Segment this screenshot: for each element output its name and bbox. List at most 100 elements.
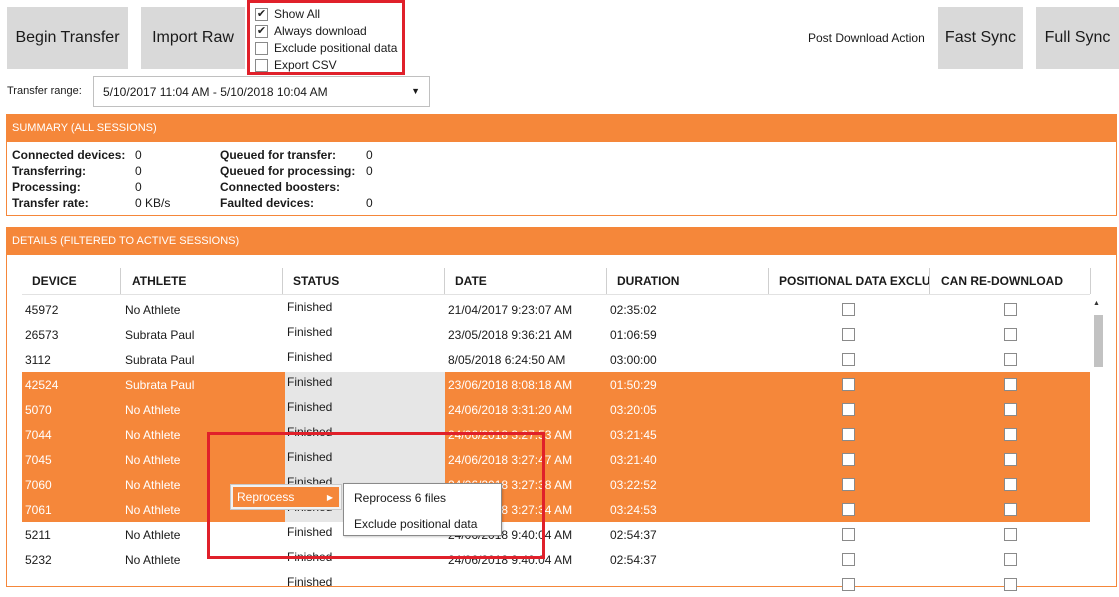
cell-duration: 03:21:40 bbox=[610, 452, 657, 467]
cell-duration: 03:21:45 bbox=[610, 427, 657, 442]
can-redownload-checkbox[interactable] bbox=[1004, 553, 1017, 566]
can-redownload-checkbox[interactable] bbox=[1004, 478, 1017, 491]
positional-data-excluded-checkbox[interactable] bbox=[842, 528, 855, 541]
scroll-up-arrow[interactable]: ▲ bbox=[1093, 300, 1100, 307]
full-sync-button[interactable]: Full Sync bbox=[1036, 7, 1119, 69]
cell-date: 24/06/2018 3:31:20 AM bbox=[448, 402, 573, 417]
can-redownload-checkbox[interactable] bbox=[1004, 503, 1017, 516]
table-row[interactable]: 3112 Subrata Paul 8/05/2018 6:24:50 AM 03:0… bbox=[22, 347, 1090, 372]
summary-value: 0 bbox=[135, 148, 142, 162]
cell-duration: 02:54:37 bbox=[610, 527, 657, 542]
transfer-range-dropdown[interactable]: 5/10/2017 11:04 AM - 5/10/2018 10:04 AM … bbox=[93, 76, 430, 107]
cell-device: 7045 bbox=[25, 452, 52, 467]
scrollbar-thumb[interactable] bbox=[1094, 315, 1103, 367]
fast-sync-button[interactable]: Fast Sync bbox=[938, 7, 1023, 69]
can-redownload-checkbox[interactable] bbox=[1004, 428, 1017, 441]
table-row[interactable]: 42524 Subrata Paul 23/06/2018 8:08:18 AM 01… bbox=[22, 372, 1090, 397]
cell-status: Finished bbox=[285, 397, 445, 422]
options-highlight-box bbox=[247, 0, 405, 75]
column-separator bbox=[768, 268, 769, 294]
positional-data-excluded-checkbox[interactable] bbox=[842, 428, 855, 441]
column-separator bbox=[1090, 268, 1091, 294]
positional-data-excluded-checkbox[interactable] bbox=[842, 303, 855, 316]
can-redownload-checkbox[interactable] bbox=[1004, 328, 1017, 341]
cell-athlete: No Athlete bbox=[125, 402, 181, 417]
summary-value: 0 bbox=[135, 180, 142, 194]
column-header[interactable]: CAN RE-DOWNLOAD bbox=[941, 268, 1063, 294]
cell-device: 45972 bbox=[25, 302, 59, 317]
context-menu-highlight-box bbox=[207, 432, 545, 559]
table-row[interactable]: 5211 No Athlete 24/06/2018 9:40:04 AM 02:54… bbox=[22, 522, 1090, 547]
can-redownload-checkbox[interactable] bbox=[1004, 353, 1017, 366]
can-redownload-checkbox[interactable] bbox=[1004, 303, 1017, 316]
can-redownload-checkbox[interactable] bbox=[1004, 528, 1017, 541]
table-row[interactable]: 7045 No Athlete 24/06/2018 3:27:47 AM 03:21… bbox=[22, 447, 1090, 472]
cell-device: 7060 bbox=[25, 477, 52, 492]
summary-value: 0 KB/s bbox=[135, 196, 171, 210]
table-row[interactable]: 5070 No Athlete 24/06/2018 3:31:20 AM 03:20… bbox=[22, 397, 1090, 422]
summary-value: 0 bbox=[366, 196, 373, 210]
begin-transfer-button[interactable]: Begin Transfer bbox=[7, 7, 128, 69]
can-redownload-checkbox[interactable] bbox=[1004, 453, 1017, 466]
column-header[interactable]: ATHLETE bbox=[132, 268, 186, 294]
cell-status: Finished bbox=[287, 325, 333, 339]
table-row[interactable]: 5232 No Athlete 24/06/2018 9:40:04 AM 02:54… bbox=[22, 547, 1090, 572]
summary-label: Queued for processing: bbox=[220, 164, 356, 178]
cell-duration: 01:06:59 bbox=[610, 327, 657, 342]
import-raw-button[interactable]: Import Raw bbox=[141, 7, 245, 69]
summary-value: 0 bbox=[366, 164, 373, 178]
column-header[interactable]: DEVICE bbox=[32, 268, 77, 294]
chevron-down-icon: ▼ bbox=[411, 86, 420, 96]
cell-duration: 03:00:00 bbox=[610, 352, 657, 367]
table-row[interactable]: 7061 No Athlete 24/06/2018 3:27:34 AM 03:24… bbox=[22, 497, 1090, 522]
cell-device: 26573 bbox=[25, 327, 59, 342]
cell-device: 5232 bbox=[25, 552, 52, 567]
cell-status: Finished bbox=[287, 350, 333, 364]
can-redownload-checkbox[interactable] bbox=[1004, 403, 1017, 416]
table-row[interactable]: 26573 Subrata Paul 23/05/2018 9:36:21 AM 01… bbox=[22, 322, 1090, 347]
column-header[interactable]: STATUS bbox=[293, 268, 339, 294]
positional-data-excluded-checkbox[interactable] bbox=[842, 453, 855, 466]
summary-label: Processing: bbox=[12, 180, 81, 194]
table-row[interactable]: 7044 No Athlete 24/06/2018 3:27:53 AM 03:21… bbox=[22, 422, 1090, 447]
cell-athlete: No Athlete bbox=[125, 502, 181, 517]
column-header[interactable]: POSITIONAL DATA EXCLU bbox=[779, 268, 931, 294]
table-row[interactable]: 45972 No Athlete 21/04/2017 9:23:07 AM 02:3… bbox=[22, 297, 1090, 322]
can-redownload-checkbox[interactable] bbox=[1004, 378, 1017, 391]
cell-athlete: No Athlete bbox=[125, 302, 181, 317]
cell-device: 42524 bbox=[25, 377, 59, 392]
transfer-range-value: 5/10/2017 11:04 AM - 5/10/2018 10:04 AM bbox=[103, 85, 328, 99]
column-separator bbox=[606, 268, 607, 294]
summary-value: 0 bbox=[366, 148, 373, 162]
table-row[interactable]: Finished bbox=[22, 572, 1090, 597]
transfer-range-label: Transfer range: bbox=[7, 85, 82, 97]
positional-data-excluded-checkbox[interactable] bbox=[842, 353, 855, 366]
summary-label: Connected boosters: bbox=[220, 180, 341, 194]
column-separator bbox=[929, 268, 930, 294]
cell-athlete: Subrata Paul bbox=[125, 352, 195, 367]
cell-date: 8/05/2018 6:24:50 AM bbox=[448, 352, 566, 367]
cell-athlete: No Athlete bbox=[125, 552, 181, 567]
cell-duration: 03:24:53 bbox=[610, 502, 657, 517]
summary-value: 0 bbox=[135, 164, 142, 178]
table-row[interactable]: 7060 No Athlete 24/06/2018 3:27:38 AM 03:22… bbox=[22, 472, 1090, 497]
cell-device: 7044 bbox=[25, 427, 52, 442]
summary-label: Connected devices: bbox=[12, 148, 126, 162]
positional-data-excluded-checkbox[interactable] bbox=[842, 403, 855, 416]
cell-duration: 03:20:05 bbox=[610, 402, 657, 417]
cell-athlete: No Athlete bbox=[125, 427, 181, 442]
positional-data-excluded-checkbox[interactable] bbox=[842, 503, 855, 516]
column-separator bbox=[282, 268, 283, 294]
cell-athlete: No Athlete bbox=[125, 527, 181, 542]
column-header[interactable]: DURATION bbox=[617, 268, 679, 294]
cell-device: 3112 bbox=[25, 352, 51, 367]
column-header[interactable]: DATE bbox=[455, 268, 487, 294]
cell-athlete: No Athlete bbox=[125, 452, 181, 467]
cell-duration: 01:50:29 bbox=[610, 377, 657, 392]
positional-data-excluded-checkbox[interactable] bbox=[842, 378, 855, 391]
positional-data-excluded-checkbox[interactable] bbox=[842, 553, 855, 566]
positional-data-excluded-checkbox[interactable] bbox=[842, 478, 855, 491]
cell-date: 23/06/2018 8:08:18 AM bbox=[448, 377, 573, 392]
positional-data-excluded-checkbox[interactable] bbox=[842, 328, 855, 341]
summary-panel bbox=[6, 114, 1117, 216]
